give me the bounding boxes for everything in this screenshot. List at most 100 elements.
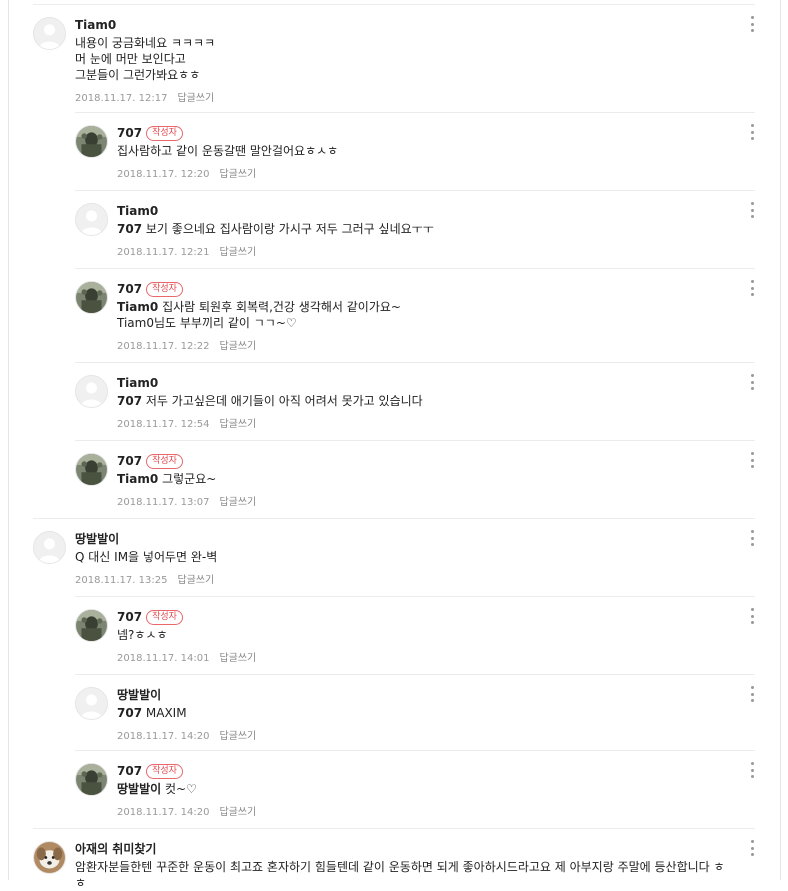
- reply-button[interactable]: 답글쓰기: [219, 247, 256, 258]
- comment-date: 2018.11.17. 14:20: [117, 731, 210, 742]
- more-options-icon[interactable]: [749, 762, 755, 778]
- more-options-icon[interactable]: [749, 452, 755, 468]
- comment-meta: 2018.11.17. 12:22 답글쓰기: [117, 341, 735, 353]
- comment-date: 2018.11.17. 12:22: [117, 341, 210, 352]
- more-options-icon[interactable]: [749, 16, 755, 32]
- comment-body: 707 작성자 넴?ㅎㅅㅎ 2018.11.17. 14:01 답글쓰기: [117, 609, 735, 665]
- more-options-icon[interactable]: [749, 608, 755, 624]
- more-options-icon[interactable]: [749, 124, 755, 140]
- avatar[interactable]: [75, 453, 108, 486]
- mention[interactable]: Tiam0: [117, 300, 158, 314]
- comment-text: 707 저두 가고싶은데 애기들이 아직 어려서 못가고 있습니다: [117, 393, 735, 409]
- comment-divider: [75, 268, 755, 269]
- comment-date: 2018.11.17. 12:21: [117, 247, 210, 258]
- avatar[interactable]: [75, 375, 108, 408]
- comment-content: 넴?ㅎㅅㅎ: [117, 628, 168, 642]
- reply-button[interactable]: 답글쓰기: [219, 419, 256, 430]
- top-divider: [33, 4, 755, 5]
- reply-button[interactable]: 답글쓰기: [219, 653, 256, 664]
- comment-date: 2018.11.17. 12:17: [75, 93, 168, 104]
- comment-content: 컷~♡: [165, 782, 197, 796]
- comment-text: Tiam0 그렇군요~: [117, 471, 735, 487]
- avatar[interactable]: [75, 281, 108, 314]
- comment-meta: 2018.11.17. 14:20 답글쓰기: [117, 807, 735, 819]
- comment-text: 땅발발이 컷~♡: [117, 781, 735, 797]
- author-badge: 작성자: [146, 281, 183, 297]
- author-name[interactable]: Tiam0: [117, 203, 158, 219]
- comment-date: 2018.11.17. 13:07: [117, 497, 210, 508]
- mention[interactable]: 707: [117, 394, 142, 408]
- comment-meta: 2018.11.17. 12:20 답글쓰기: [117, 169, 735, 181]
- mention[interactable]: Tiam0: [117, 472, 158, 486]
- mention[interactable]: 707: [117, 706, 142, 720]
- reply-button[interactable]: 답글쓰기: [177, 575, 214, 586]
- comment-meta: 2018.11.17. 12:17 답글쓰기: [75, 93, 735, 105]
- mention[interactable]: 땅발발이: [117, 782, 161, 796]
- comment-text: 707 MAXIM: [117, 705, 735, 721]
- author-name[interactable]: Tiam0: [75, 17, 116, 33]
- author-name[interactable]: Tiam0: [117, 375, 158, 391]
- comment-content: Q 대신 IM을 넣어두면 완-벽: [75, 550, 218, 564]
- comment-text: 707 보기 좋으네요 집사람이랑 가시구 저두 그러구 싶네요ㅜㅜ: [117, 221, 735, 237]
- comment-body: 아재의 취미찾기암환자분들한텐 꾸준한 운동이 최고죠 혼자하기 힘들텐데 같이…: [75, 841, 735, 891]
- author-name[interactable]: 707: [117, 609, 142, 625]
- comment-date: 2018.11.17. 14:01: [117, 653, 210, 664]
- avatar[interactable]: [75, 125, 108, 158]
- author-name[interactable]: 707: [117, 763, 142, 779]
- author-badge: 작성자: [146, 763, 183, 779]
- author-name[interactable]: 땅발발이: [75, 531, 119, 547]
- avatar[interactable]: [75, 609, 108, 642]
- comment-body: 707 작성자 Tiam0 그렇군요~ 2018.11.17. 13:07 답글쓰기: [117, 453, 735, 509]
- comment-text: 암환자분들한텐 꾸준한 운동이 최고죠 혼자하기 힘들텐데 같이 운동하면 되게…: [75, 859, 735, 891]
- avatar[interactable]: [33, 531, 66, 564]
- comment-body: Tiam0 내용이 궁금화네요 ㅋㅋㅋㅋ 머 눈에 머만 보인다고 그분들이 그런…: [75, 17, 735, 105]
- comment-content: MAXIM: [145, 706, 187, 720]
- author-name[interactable]: 707: [117, 281, 142, 297]
- comment-body: Tiam0 707 저두 가고싶은데 애기들이 아직 어려서 못가고 있습니다 20…: [117, 375, 735, 431]
- comment-meta: 2018.11.17. 12:54 답글쓰기: [117, 419, 735, 431]
- comment-text: 넴?ㅎㅅㅎ: [117, 627, 735, 643]
- reply-button[interactable]: 답글쓰기: [219, 807, 256, 818]
- more-options-icon[interactable]: [749, 202, 755, 218]
- avatar[interactable]: [75, 203, 108, 236]
- comment-meta: 2018.11.17. 13:25 답글쓰기: [75, 575, 735, 587]
- comment-text: Tiam0 집사람 퇴원후 회복력,건강 생각해서 같이가요~ Tiam0님도 …: [117, 299, 735, 331]
- author-name[interactable]: 707: [117, 125, 142, 141]
- more-options-icon[interactable]: [749, 686, 755, 702]
- avatar[interactable]: [75, 687, 108, 720]
- more-options-icon[interactable]: [749, 374, 755, 390]
- comment-text: 내용이 궁금화네요 ㅋㅋㅋㅋ 머 눈에 머만 보인다고 그분들이 그런가봐요ㅎㅎ: [75, 35, 735, 83]
- author-name[interactable]: 땅발발이: [117, 687, 161, 703]
- reply-button[interactable]: 답글쓰기: [177, 93, 214, 104]
- reply-button[interactable]: 답글쓰기: [219, 731, 256, 742]
- comment-divider: [75, 112, 755, 113]
- comment-divider: [75, 750, 755, 751]
- comment-content: 집사람하고 같이 운동갈땐 말안걸어요ㅎㅅㅎ: [117, 144, 339, 158]
- author-name[interactable]: 707: [117, 453, 142, 469]
- comment-divider: [75, 362, 755, 363]
- comment-date: 2018.11.17. 14:20: [117, 807, 210, 818]
- reply-button[interactable]: 답글쓰기: [219, 341, 256, 352]
- author-name[interactable]: 아재의 취미찾기: [75, 841, 156, 857]
- comment-body: 707 작성자집사람하고 같이 운동갈땐 말안걸어요ㅎㅅㅎ 2018.11.17. …: [117, 125, 735, 181]
- author-badge: 작성자: [146, 125, 183, 141]
- comment-meta: 2018.11.17. 13:07 답글쓰기: [117, 497, 735, 509]
- more-options-icon[interactable]: [749, 530, 755, 546]
- comment-body: 707 작성자 Tiam0 집사람 퇴원후 회복력,건강 생각해서 같이가요~ Ti…: [117, 281, 735, 353]
- comment-content: 보기 좋으네요 집사람이랑 가시구 저두 그러구 싶네요ㅜㅜ: [145, 222, 434, 236]
- avatar[interactable]: [75, 763, 108, 796]
- comment-meta: 2018.11.17. 12:21 답글쓰기: [117, 247, 735, 259]
- more-options-icon[interactable]: [749, 840, 755, 856]
- avatar[interactable]: [33, 841, 66, 874]
- mention[interactable]: 707: [117, 222, 142, 236]
- more-options-icon[interactable]: [749, 280, 755, 296]
- comment-date: 2018.11.17. 12:20: [117, 169, 210, 180]
- reply-button[interactable]: 답글쓰기: [219, 169, 256, 180]
- comment-text: 집사람하고 같이 운동갈땐 말안걸어요ㅎㅅㅎ: [117, 143, 735, 159]
- comment-body: Tiam0 707 보기 좋으네요 집사람이랑 가시구 저두 그러구 싶네요ㅜㅜ 2…: [117, 203, 735, 259]
- comment-divider: [33, 828, 755, 829]
- avatar[interactable]: [33, 17, 66, 50]
- comment-divider: [75, 674, 755, 675]
- comment-meta: 2018.11.17. 14:01 답글쓰기: [117, 653, 735, 665]
- reply-button[interactable]: 답글쓰기: [219, 497, 256, 508]
